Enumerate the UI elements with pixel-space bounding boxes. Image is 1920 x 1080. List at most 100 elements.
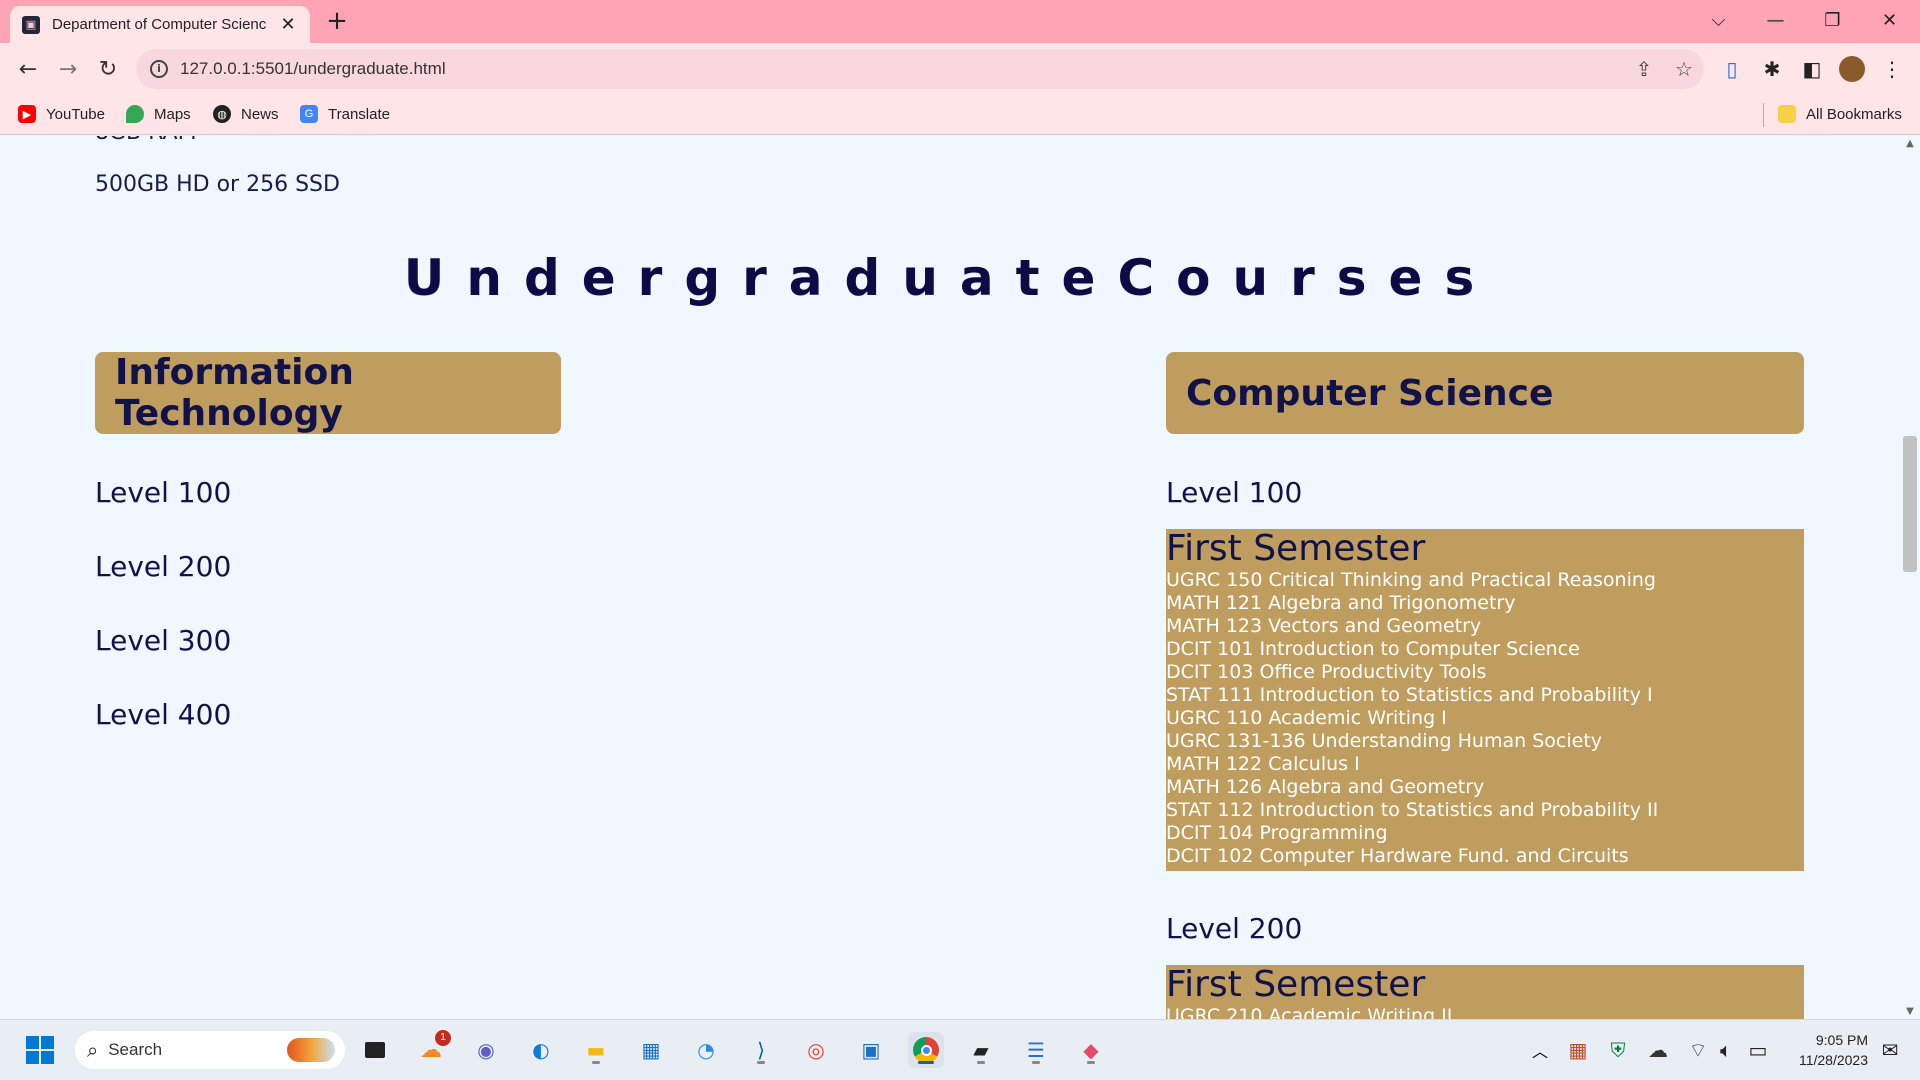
restore-icon[interactable]: ❐: [1804, 0, 1861, 40]
course-list: UGRC 150 Critical Thinking and Practical…: [1166, 569, 1804, 868]
cs-level-200[interactable]: Level 200: [1166, 912, 1302, 945]
extensions-puzzle-icon[interactable]: ✱: [1758, 55, 1786, 83]
search-icon: ⌕: [87, 1038, 99, 1062]
vscode-icon[interactable]: ⟩: [743, 1032, 779, 1068]
app-monitor-icon[interactable]: ▣: [853, 1032, 889, 1068]
it-level-200[interactable]: Level 200: [95, 550, 231, 583]
browser-titlebar: ▣ Department of Computer Scienc ✕ + ⌵ — …: [0, 0, 1920, 43]
microsoft-store-icon[interactable]: ▦: [633, 1032, 669, 1068]
site-favicon-icon: ▣: [22, 15, 40, 34]
app-icon[interactable]: ◔: [688, 1032, 724, 1068]
scroll-down-arrow-icon[interactable]: ▼: [1904, 1006, 1916, 1017]
close-window-icon[interactable]: ✕: [1861, 0, 1918, 40]
bookmarks-bar: ▶ YouTube Maps ◍ News G Translate All Bo…: [0, 95, 1920, 135]
maps-icon: [126, 105, 144, 123]
page-viewport: 8GB RAM 500GB HD or 256 SSD Undergraduat…: [0, 136, 1900, 1019]
minimize-icon[interactable]: —: [1747, 0, 1804, 40]
app-diamond-icon[interactable]: ◆: [1073, 1032, 1109, 1068]
page-title: UndergraduateCourses: [403, 249, 1497, 307]
bookmarks-divider: [1763, 103, 1764, 127]
course-item: UGRC 210 Academic Writing II: [1166, 1005, 1453, 1019]
sticky-notes-icon[interactable]: ▰: [963, 1032, 999, 1068]
spec-storage: 500GB HD or 256 SSD: [95, 172, 340, 197]
course-item: DCIT 101 Introduction to Computer Scienc…: [1166, 638, 1580, 660]
notification-badge: 1: [435, 1030, 451, 1046]
course-item: UGRC 110 Academic Writing I: [1166, 707, 1447, 729]
browser-toolbar: ← → ↻ i 127.0.0.1:5501/undergraduate.htm…: [0, 43, 1920, 95]
course-item: DCIT 102 Computer Hardware Fund. and Cir…: [1166, 845, 1629, 867]
back-arrow-icon[interactable]: ←: [12, 53, 44, 85]
file-explorer-icon[interactable]: ▬: [578, 1032, 614, 1068]
folder-icon: [1778, 105, 1796, 123]
forward-arrow-icon[interactable]: →: [52, 53, 84, 85]
bookmark-label: YouTube: [46, 105, 105, 123]
volume-icon[interactable]: 🔈︎: [1708, 1032, 1744, 1068]
course-item: UGRC 150 Critical Thinking and Practical…: [1166, 569, 1656, 591]
course-item: MATH 123 Vectors and Geometry: [1166, 615, 1482, 637]
profile-avatar[interactable]: [1838, 55, 1866, 83]
search-label: Search: [108, 1040, 163, 1059]
show-hidden-icons-chevron-icon[interactable]: ︿: [1522, 1032, 1558, 1068]
clock-date[interactable]: 11/28/2023: [1780, 1052, 1868, 1068]
course-item: MATH 122 Calculus I: [1166, 753, 1360, 775]
url-text[interactable]: 127.0.0.1:5501/undergraduate.html: [180, 59, 1624, 79]
it-level-400[interactable]: Level 400: [95, 698, 231, 731]
new-tab-button[interactable]: +: [322, 6, 352, 36]
extension-app-icon[interactable]: ▯: [1718, 55, 1746, 83]
cs-department-header: Computer Science: [1166, 352, 1804, 434]
it-level-300[interactable]: Level 300: [95, 624, 231, 657]
bookmark-label: Maps: [154, 105, 191, 123]
bookmark-news[interactable]: ◍ News: [213, 103, 279, 125]
edge-browser-icon[interactable]: ◐: [523, 1032, 559, 1068]
page-scrollbar[interactable]: ▲ ▼: [1900, 136, 1920, 1019]
news-icon: ◍: [213, 105, 231, 123]
teams-chat-icon[interactable]: ◉: [468, 1032, 504, 1068]
course-item: STAT 111 Introduction to Statistics and …: [1166, 684, 1653, 706]
course-item: UGRC 131-136 Understanding Human Society: [1166, 730, 1602, 752]
bookmark-star-icon[interactable]: ☆: [1664, 57, 1704, 81]
tab-title: Department of Computer Scienc: [52, 16, 267, 33]
site-info-icon[interactable]: i: [150, 60, 168, 78]
battery-icon[interactable]: ▭: [1740, 1032, 1776, 1068]
taskbar-search[interactable]: ⌕ Search: [75, 1031, 345, 1069]
bookmark-youtube[interactable]: ▶ YouTube: [18, 103, 105, 125]
all-bookmarks-label: All Bookmarks: [1806, 105, 1902, 123]
reload-icon[interactable]: ↻: [92, 53, 124, 85]
onedrive-cloud-icon[interactable]: ☁: [1640, 1032, 1676, 1068]
side-panel-icon[interactable]: ◧: [1798, 55, 1826, 83]
it-level-100[interactable]: Level 100: [95, 476, 231, 509]
close-tab-icon[interactable]: ✕: [278, 14, 298, 35]
search-highlight-icon: [287, 1038, 335, 1062]
weather-widget-icon[interactable]: ☁ 1: [413, 1030, 451, 1068]
scrollbar-thumb[interactable]: [1903, 436, 1917, 572]
share-icon[interactable]: ⇪: [1624, 57, 1664, 81]
scroll-up-arrow-icon[interactable]: ▲: [1904, 138, 1916, 149]
address-bar[interactable]: i 127.0.0.1:5501/undergraduate.html ⇪ ☆: [136, 49, 1704, 89]
cs-level-100-first-semester: First Semester UGRC 150 Critical Thinkin…: [1166, 529, 1804, 871]
chrome-icon[interactable]: [908, 1032, 944, 1068]
notifications-bell-icon[interactable]: ✉: [1872, 1032, 1908, 1068]
course-item: MATH 121 Algebra and Trigonometry: [1166, 592, 1516, 614]
windows-taskbar: ⌕ Search ☁ 1 ◉ ◐ ▬ ▦ ◔ ⟩ ◎ ▣ ▰ ☰ ◆ ︿ ▦ ⛨…: [0, 1019, 1920, 1080]
cs-level-100[interactable]: Level 100: [1166, 476, 1302, 509]
notepad-icon[interactable]: ☰: [1018, 1032, 1054, 1068]
clock-time[interactable]: 9:05 PM: [1780, 1032, 1868, 1048]
translate-icon: G: [300, 105, 318, 123]
start-windows-icon[interactable]: [22, 1032, 58, 1068]
all-bookmarks-folder[interactable]: All Bookmarks: [1778, 103, 1902, 125]
course-item: STAT 112 Introduction to Statistics and …: [1166, 799, 1659, 821]
tray-app-icon[interactable]: ▦: [1560, 1032, 1596, 1068]
security-shield-icon[interactable]: ⛨: [1600, 1032, 1636, 1068]
browser-tab[interactable]: ▣ Department of Computer Scienc ✕: [10, 6, 310, 43]
app-ring-icon[interactable]: ◎: [798, 1032, 834, 1068]
youtube-icon: ▶: [18, 105, 36, 123]
bookmark-label: News: [241, 105, 279, 123]
menu-kebab-icon[interactable]: ⋮: [1878, 55, 1906, 83]
it-department-header: Information Technology: [95, 352, 561, 434]
bookmark-label: Translate: [328, 105, 390, 123]
bookmark-maps[interactable]: Maps: [126, 103, 191, 125]
semester-title: First Semester: [1166, 528, 1426, 569]
tab-search-chevron-icon[interactable]: ⌵: [1690, 0, 1747, 40]
task-view-icon[interactable]: [357, 1032, 393, 1068]
bookmark-translate[interactable]: G Translate: [300, 103, 390, 125]
